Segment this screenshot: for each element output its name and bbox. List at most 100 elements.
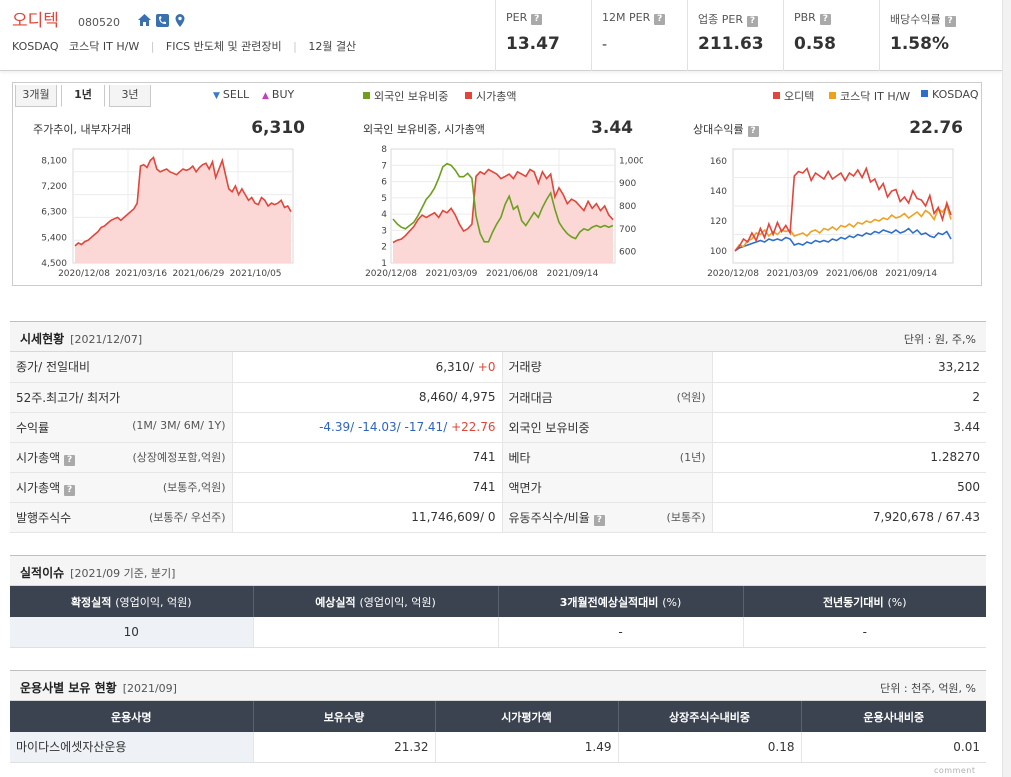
y2-tick-label: 800 — [619, 202, 636, 212]
price-section-header: 시세현황 [2021/12/07] 단위 : 원, 주,% — [10, 321, 986, 352]
row-label: 외국인 보유비중 — [502, 412, 713, 443]
row-value: 7,920,678 / 67.43 — [712, 502, 986, 533]
tab-3y[interactable]: 3년 — [109, 85, 151, 107]
table-row: 52주.최고가/ 최저가 8,460/ 4,975 거래대금 (억원) 2 — [10, 382, 986, 413]
y-tick-label: 7,200 — [41, 182, 67, 192]
orange-square-icon — [829, 92, 836, 99]
row-label: 52주.최고가/ 최저가 — [10, 382, 233, 413]
col-header: 3개월전예상실적대비 (%) — [498, 586, 744, 617]
sell-triangle-icon: ▼ — [213, 91, 220, 101]
legend-company: 오디텍 — [773, 88, 814, 104]
x-tick-label: 2021/03/16 — [115, 269, 167, 279]
phone-icon[interactable] — [156, 14, 169, 27]
legend-buy: ▲ BUY — [262, 88, 295, 101]
y2-tick-label: 600 — [619, 248, 636, 258]
chart-title-foreign: 외국인 보유비중, 시가총액 — [363, 123, 485, 136]
metric-value: 211.63 — [698, 34, 764, 54]
col-header: 보유수량 — [253, 701, 436, 732]
legend-sell: ▼ SELL — [213, 88, 250, 101]
perf-section-header: 실적이슈 [2021/09 기준, 분기] — [10, 555, 986, 586]
price-chart: 8,100 7,200 6,300 5,400 4,5002020/12/08 2021/… — [41, 148, 294, 279]
cell-holdings: 21.32 — [253, 732, 436, 763]
y-tick-label: 160 — [710, 157, 727, 167]
y-tick-label: 6,300 — [41, 208, 67, 218]
y2-tick-label: 900 — [619, 179, 636, 189]
help-icon[interactable]: ? — [747, 126, 759, 137]
metric-label: PER — [506, 11, 528, 24]
metric-12m-per: 12M PER? - — [591, 0, 687, 71]
table-row: 마이다스에셋자산운용 21.32 1.49 0.18 0.01 — [10, 732, 986, 763]
company-meta: KOSDAQ 코스닥 IT H/W | FICS 반도체 및 관련장비 | 12… — [12, 40, 357, 53]
table-row: 종가/ 전일대비 6,310/ +0 거래량 33,212 — [10, 352, 986, 383]
market-label: KOSDAQ — [12, 40, 59, 53]
row-label: 종가/ 전일대비 — [10, 352, 233, 383]
help-icon[interactable]: ? — [944, 16, 956, 27]
cell-yoy: - — [743, 617, 986, 648]
home-icon[interactable] — [138, 14, 151, 26]
chart-value-foreign: 3.44 — [591, 118, 633, 138]
row-value: 1.28270 — [712, 442, 986, 473]
help-icon[interactable]: ? — [593, 514, 605, 526]
chart-panel: 3개월 1년 3년 ▼ SELL ▲ BUY 외국인 보유비중 시가총액 오디텍 코… — [12, 82, 982, 286]
red-square-icon — [465, 92, 472, 99]
col-header: 시가평가액 — [435, 701, 619, 732]
location-pin-icon[interactable] — [175, 14, 185, 27]
y-tick-label: 5 — [381, 194, 387, 204]
scrollbar-track[interactable] — [1002, 0, 1011, 777]
comment-label[interactable]: comment — [934, 766, 976, 775]
col-header: 운용사내비중 — [801, 701, 986, 732]
x-tick-label: 2021/06/08 — [826, 269, 878, 279]
legend-foreign: 외국인 보유비중 — [363, 88, 448, 104]
metric-label: 12M PER — [602, 11, 651, 24]
table-row: 시가총액? (상장예정포함,억원) 741 베타 (1년) 1.28270 — [10, 442, 986, 473]
company-header: 오디텍 080520 KOSDAQ 코스닥 IT H/W | FICS 반도체 … — [0, 0, 1002, 71]
cell-fund-name[interactable]: 마이다스에셋자산운용 — [10, 732, 254, 763]
x-tick-label: 2021/10/05 — [230, 269, 282, 279]
price-table: 종가/ 전일대비 6,310/ +0 거래량 33,212 52주.최고가/ 최저가 8,… — [10, 352, 986, 533]
tab-1y[interactable]: 1년 — [61, 85, 105, 107]
row-label: 수익률 (1M/ 3M/ 6M/ 1Y) — [10, 412, 233, 443]
x-tick-label: 2021/03/09 — [766, 269, 818, 279]
help-icon[interactable]: ? — [746, 16, 758, 27]
y-tick-label: 1 — [381, 259, 387, 269]
table-row: 수익률 (1M/ 3M/ 6M/ 1Y) -4.39/ -14.03/ -17.41… — [10, 412, 986, 443]
red-square-icon — [773, 92, 780, 99]
y-tick-label: 4 — [381, 210, 387, 220]
y-tick-label: 8,100 — [41, 156, 67, 166]
legend-kosdaq: KOSDAQ — [921, 88, 979, 101]
table-row: 시가총액? (보통주,억원) 741 액면가 500 — [10, 472, 986, 503]
help-icon[interactable]: ? — [531, 14, 543, 25]
row-value: 3.44 — [712, 412, 986, 443]
chart-value-price: 6,310 — [251, 118, 305, 138]
help-icon[interactable]: ? — [64, 454, 76, 466]
row-label: 베타 (1년) — [502, 442, 713, 473]
x-tick-label: 2020/12/08 — [707, 269, 759, 279]
fiscal-label: 12월 결산 — [308, 40, 357, 53]
y-tick-label: 140 — [710, 187, 727, 197]
col-header: 상장주식수내비중 — [618, 701, 802, 732]
metric-industry-per: 업종 PER? 211.63 — [687, 0, 783, 71]
cell-market-value: 1.49 — [435, 732, 619, 763]
legend-mcap: 시가총액 — [465, 88, 516, 104]
tab-3m[interactable]: 3개월 — [15, 85, 57, 107]
help-icon[interactable]: ? — [819, 14, 831, 25]
col-header: 확정실적 (영업이익, 억원) — [10, 586, 254, 617]
section-title: 시세현황 [2021/12/07] — [20, 332, 143, 346]
row-value: -4.39/ -14.03/ -17.41/ +22.76 — [232, 412, 503, 443]
unit-label: 단위 : 원, 주,% — [903, 333, 976, 346]
metric-value: 1.58% — [890, 34, 949, 54]
y-tick-label: 7 — [381, 161, 387, 171]
metric-label: 업종 PER — [698, 13, 743, 26]
metric-value: 0.58 — [794, 34, 836, 54]
buy-triangle-icon: ▲ — [262, 91, 269, 101]
x-tick-label: 2021/09/14 — [547, 269, 599, 279]
row-label: 시가총액? (상장예정포함,억원) — [10, 442, 233, 473]
metric-label: PBR — [794, 11, 816, 24]
cell-fund-ratio: 0.01 — [801, 732, 986, 763]
help-icon[interactable]: ? — [654, 14, 666, 25]
metric-label: 배당수익률 — [890, 13, 941, 26]
help-icon[interactable]: ? — [64, 484, 76, 496]
chart-title-relative: 상대수익률? — [693, 121, 759, 137]
table-row: 발행주식수 (보통주/ 우선주) 11,746,609/ 0 유동주식수/비율? (보… — [10, 502, 986, 533]
fund-table: 운용사명 보유수량 시가평가액 상장주식수내비중 운용사내비중 마이다스에셋자산… — [10, 701, 986, 763]
